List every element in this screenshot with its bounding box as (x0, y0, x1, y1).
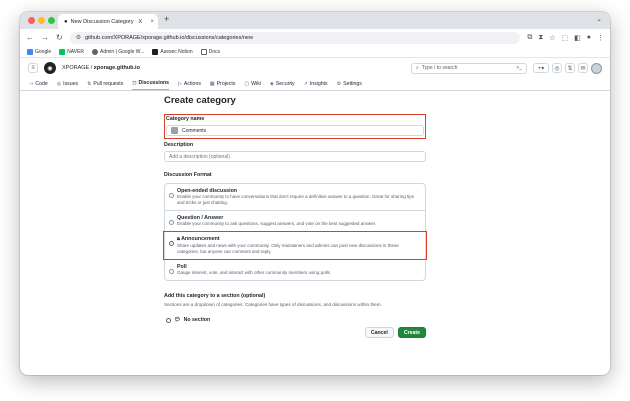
naver-icon (59, 48, 66, 55)
bookmarks-bar: Google NAVER Admin | Google W... Asesec … (20, 46, 610, 58)
category-name-field[interactable]: Comments (166, 125, 424, 136)
radio-open-ended[interactable] (169, 193, 174, 198)
sidepanel-icon[interactable]: ◧ (574, 34, 581, 42)
bookmark-naver[interactable]: NAVER (59, 48, 84, 55)
hamburger-menu-icon[interactable]: ≡ (28, 63, 38, 73)
no-section-option[interactable]: 💬︎ No section (166, 317, 426, 323)
inbox-icon[interactable]: ✉ (578, 63, 588, 73)
radio-poll[interactable] (169, 269, 174, 274)
repo-link[interactable]: xporage.github.io (94, 65, 140, 71)
emoji-picker-icon[interactable] (171, 127, 178, 134)
reload-icon[interactable]: ↻ (56, 33, 63, 42)
install-icon[interactable]: ⧉ (527, 34, 532, 42)
browser-toolbar: ← → ↻ ⚙ github.com/XPORAGE/xporage.githu… (20, 29, 610, 46)
translate-icon[interactable]: ⧗ (538, 34, 543, 42)
github-header: ≡ ◉ XPORAGE / xporage.github.io ⌕ Type /… (20, 58, 610, 78)
radio-question-answer[interactable] (169, 220, 174, 225)
new-tab-button[interactable]: + (164, 14, 169, 24)
category-name-highlight: Category name Comments (164, 114, 426, 139)
comment-icon: 💬︎ (174, 317, 181, 323)
discussion-format-list: Open-ended discussion Enable your communi… (163, 183, 427, 281)
folder-icon (200, 48, 207, 55)
play-icon: ▷ (178, 81, 182, 87)
github-logo-icon[interactable]: ◉ (44, 62, 56, 74)
issue-icon: ◎ (56, 81, 62, 87)
pull-requests-icon[interactable]: ⇅ (565, 63, 575, 73)
gear-icon: ⚙ (336, 81, 342, 87)
extensions-icon[interactable]: ⬚ (562, 34, 569, 42)
tab-strip: ● New Discussion Category · X × + ⌄ (20, 12, 610, 29)
tab-pull-requests[interactable]: ⇅ Pull requests (87, 81, 123, 90)
format-option-announcement[interactable]: 🔒︎ Announcement Share updates and news wi… (163, 231, 427, 260)
description-placeholder: Add a description (optional) (169, 153, 230, 160)
section-label: Add this category to a section (optional… (164, 293, 266, 299)
tab-close-icon[interactable]: × (150, 19, 154, 25)
table-icon: ▦ (209, 81, 215, 87)
bookmark-notion[interactable]: Asesec Notion (152, 48, 193, 55)
minimize-window-button[interactable] (38, 17, 45, 24)
site-info-icon[interactable]: ⚙ (76, 34, 81, 41)
github-favicon-icon: ● (64, 18, 68, 25)
category-name-label: Category name (166, 116, 205, 122)
create-new-icon[interactable]: +▾ (533, 63, 549, 73)
tab-insights[interactable]: ↗ Insights (304, 81, 328, 90)
description-field[interactable]: Add a description (optional) (164, 151, 426, 162)
tab-settings[interactable]: ⚙ Settings (337, 81, 362, 90)
tab-security[interactable]: ◈ Security (270, 81, 295, 90)
discussion-format-label: Discussion Format (164, 172, 212, 178)
browser-tab[interactable]: ● New Discussion Category · X × (58, 14, 158, 29)
graph-icon: ↗ (303, 81, 308, 87)
discussion-icon: ◻ (132, 80, 137, 86)
menu-kebab-icon[interactable]: ⋮ (597, 34, 604, 42)
forward-icon[interactable]: → (41, 33, 49, 42)
section-note: Sections are a dropdown of categories. C… (164, 302, 382, 307)
close-window-button[interactable] (28, 17, 35, 24)
owner-link[interactable]: XPORAGE (62, 65, 89, 71)
format-option-open-ended[interactable]: Open-ended discussion Enable your communi… (165, 184, 425, 211)
profile-icon[interactable]: ● (587, 34, 591, 42)
google-icon (27, 48, 33, 55)
url-text: github.com/XPORAGE/xporage.github.io/dis… (85, 34, 253, 41)
breadcrumb: XPORAGE / xporage.github.io (62, 65, 140, 71)
bookmark-star-icon[interactable]: ☆ (549, 34, 555, 42)
notion-icon (152, 48, 159, 55)
tab-discussions[interactable]: ◻ Discussions (132, 80, 170, 90)
book-icon: ▢ (244, 81, 250, 87)
form-actions: Cancel Create (164, 327, 426, 338)
command-palette-icon[interactable]: >_ (516, 65, 522, 71)
tab-wiki[interactable]: ▢ Wiki (244, 81, 261, 90)
create-button[interactable]: Create (397, 327, 426, 338)
tab-search-chevron-icon[interactable]: ⌄ (596, 15, 602, 23)
lock-icon: 🔒︎ (177, 236, 180, 242)
radio-announcement[interactable] (169, 241, 174, 246)
create-category-form: Create category Category name Comments D… (163, 95, 427, 338)
maximize-window-button[interactable] (48, 17, 55, 24)
search-icon: ⌕ (416, 65, 419, 71)
radio-no-section[interactable] (166, 317, 171, 323)
avatar[interactable] (591, 62, 602, 74)
description-label: Description (164, 142, 194, 148)
tab-actions[interactable]: ▷ Actions (178, 81, 201, 90)
cancel-button[interactable]: Cancel (364, 327, 394, 338)
code-icon: ‹› (30, 81, 34, 87)
bookmark-docs[interactable]: Docs (200, 48, 220, 55)
back-icon[interactable]: ← (26, 33, 34, 42)
search-input[interactable]: ⌕ Type / to search >_ (411, 62, 527, 74)
tab-issues[interactable]: ◎ Issues (57, 81, 78, 90)
format-option-poll[interactable]: Poll Gauge interest, vote, and interact w… (165, 260, 425, 280)
bookmark-google[interactable]: Google (27, 48, 51, 55)
format-option-question-answer[interactable]: Question / Answer Enable your community t… (165, 211, 425, 232)
bookmark-admin[interactable]: Admin | Google W... (91, 48, 144, 55)
tab-title: New Discussion Category · X (70, 18, 143, 25)
tab-code[interactable]: ‹› Code (30, 81, 48, 90)
shield-icon: ◈ (269, 81, 274, 87)
tab-projects[interactable]: ▦ Projects (210, 81, 235, 90)
address-bar[interactable]: ⚙ github.com/XPORAGE/xporage.github.io/d… (69, 31, 521, 44)
issues-icon[interactable]: ◎ (552, 63, 562, 73)
repo-nav: ‹› Code ◎ Issues ⇅ Pull requests ◻ Discussio… (20, 78, 610, 91)
pull-request-icon: ⇅ (87, 81, 92, 87)
category-name-value: Comments (182, 127, 207, 134)
page-title: Create category (164, 95, 236, 106)
globe-icon (91, 48, 98, 55)
